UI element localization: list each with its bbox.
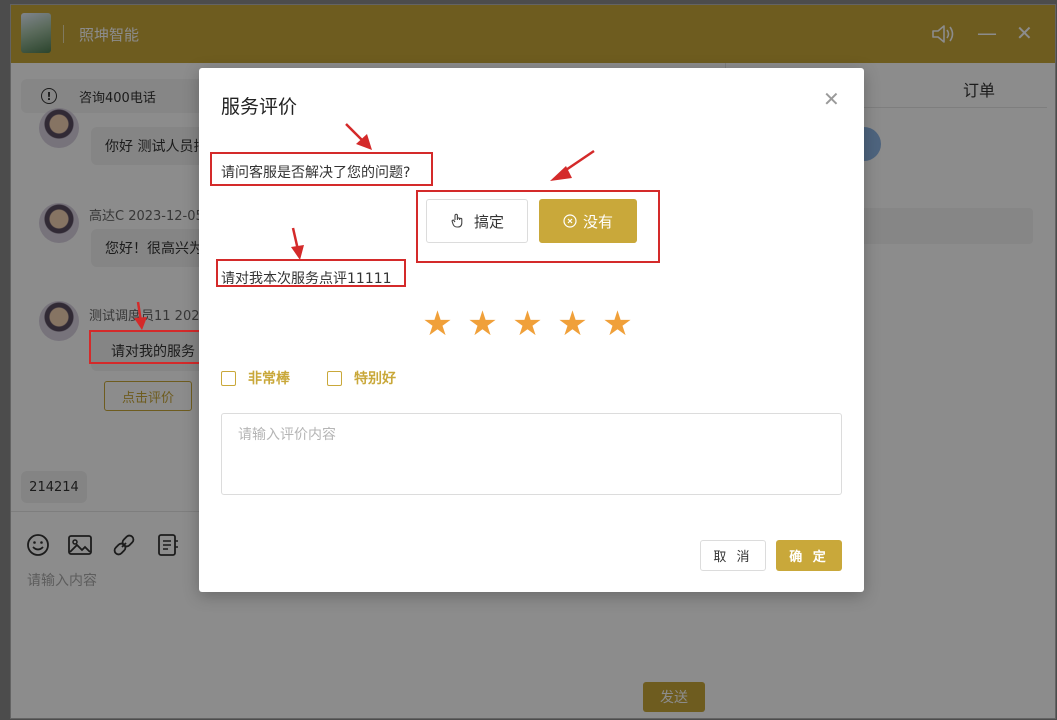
close-icon[interactable]: ✕ [823,88,840,110]
service-rating-dialog: 服务评价 ✕ 请问客服是否解决了您的问题? 搞定 没有 请对我本次服务点评111… [199,68,864,592]
annotation-box [89,330,203,364]
annotation-box [416,190,660,263]
dialog-title: 服务评价 [221,96,298,118]
checkbox-icon[interactable] [221,370,236,386]
star-icon[interactable]: ★ [556,304,589,344]
annotation-arrow [345,123,372,150]
star-icon[interactable]: ★ [466,304,499,344]
tag-label: 特别好 [354,371,396,387]
tag-checkbox-excellent[interactable]: 特别好 [327,368,396,388]
annotation-arrow [550,149,595,181]
tag-label: 非常棒 [248,371,290,387]
comment-input[interactable] [221,413,842,495]
star-icon[interactable]: ★ [421,304,454,344]
annotation-box [210,152,433,186]
annotation-arrow [134,301,147,330]
annotation-box [216,259,406,287]
annotation-arrow [291,227,304,260]
star-icon[interactable]: ★ [601,304,634,344]
star-rating[interactable]: ★ ★ ★ ★ ★ [421,304,634,344]
tag-checkbox-very-good[interactable]: 非常棒 [221,368,290,388]
cancel-button[interactable]: 取 消 [700,540,766,571]
confirm-button[interactable]: 确 定 [776,540,842,571]
checkbox-icon[interactable] [327,370,342,386]
star-icon[interactable]: ★ [511,304,544,344]
